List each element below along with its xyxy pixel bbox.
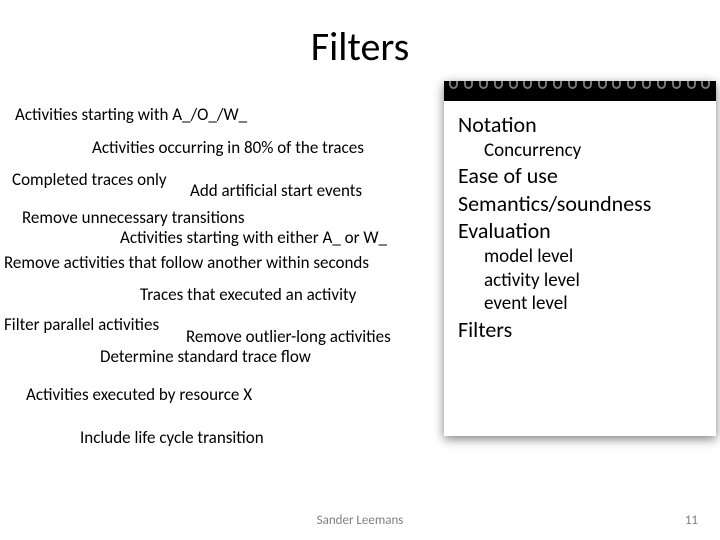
filter-item: Add artificial start events bbox=[190, 181, 362, 201]
content-area: Activities starting with A_/O_/W_ Activi… bbox=[0, 95, 720, 510]
filter-item: Activities starting with A_/O_/W_ bbox=[15, 105, 247, 125]
filter-item: Remove unnecessary transitions bbox=[22, 208, 244, 228]
filter-item: Activities executed by resource X bbox=[26, 385, 252, 405]
filter-item: Include life cycle transition bbox=[80, 428, 264, 448]
notebook-text: Notation Concurrency Ease of use Semanti… bbox=[458, 111, 706, 344]
spiral-binding-icon bbox=[444, 81, 716, 101]
filter-item: Completed traces only bbox=[12, 170, 167, 190]
filter-item: Filter parallel activities bbox=[4, 315, 159, 335]
note-subline: event level bbox=[484, 292, 706, 316]
note-line: Filters bbox=[458, 316, 706, 344]
note-subline: Concurrency bbox=[484, 139, 706, 163]
filter-item: Traces that executed an activity bbox=[140, 285, 356, 305]
notebook-card: Notation Concurrency Ease of use Semanti… bbox=[444, 81, 716, 436]
filter-item: Activities starting with either A_ or W_ bbox=[120, 228, 387, 248]
filter-item: Determine standard trace flow bbox=[100, 347, 311, 367]
filter-item: Remove outlier-long activities bbox=[186, 327, 391, 347]
page-number: 11 bbox=[685, 513, 698, 528]
filter-item: Remove activities that follow another wi… bbox=[4, 253, 369, 273]
note-subline: activity level bbox=[484, 269, 706, 293]
slide-title: Filters bbox=[0, 22, 720, 71]
note-line: Notation bbox=[458, 111, 706, 139]
filter-item: Activities occurring in 80% of the trace… bbox=[92, 138, 364, 158]
footer-author: Sander Leemans bbox=[0, 513, 720, 528]
slide: Filters Activities starting with A_/O_/W… bbox=[0, 0, 720, 540]
note-line: Evaluation bbox=[458, 217, 706, 245]
note-subline: model level bbox=[484, 245, 706, 269]
note-line: Semantics/soundness bbox=[458, 190, 706, 218]
note-line: Ease of use bbox=[458, 162, 706, 190]
